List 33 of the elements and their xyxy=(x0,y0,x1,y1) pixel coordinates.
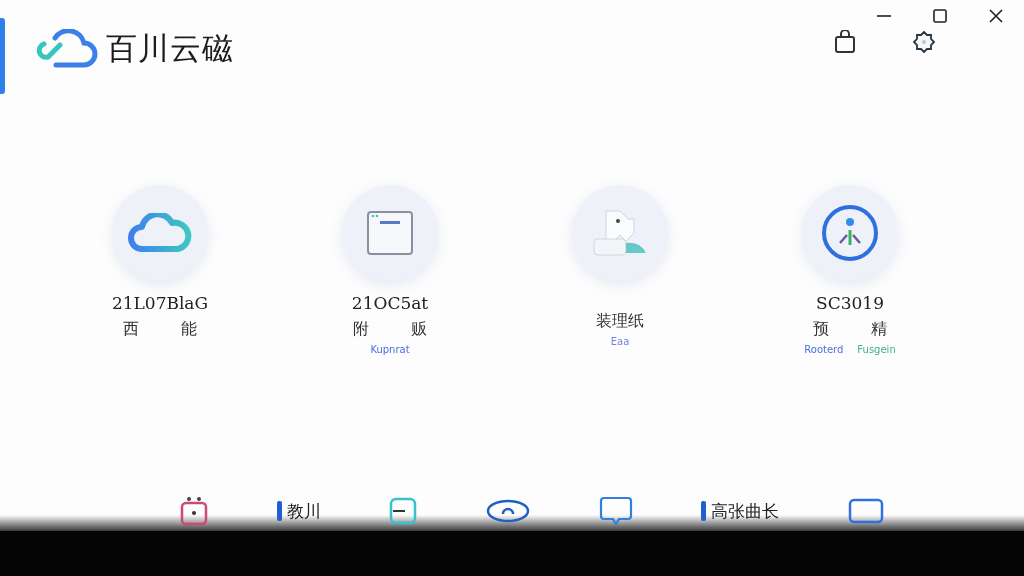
tile-title: 21OC5at xyxy=(351,293,429,313)
rectangle-icon[interactable] xyxy=(847,498,884,524)
square-icon[interactable] xyxy=(389,497,418,525)
chat-bubble-icon[interactable] xyxy=(598,496,633,526)
tile-caption: Fusgein xyxy=(857,344,896,355)
cloud-logo-icon xyxy=(36,29,98,69)
tile-label: 贩 xyxy=(411,319,427,340)
tile-label: 能 xyxy=(181,319,197,340)
shopping-bag-icon[interactable] xyxy=(834,30,856,54)
tile-caption: Rooterd xyxy=(804,344,844,355)
eye-icon[interactable] xyxy=(485,499,530,523)
bar-icon xyxy=(276,501,282,521)
app-window-icon xyxy=(366,210,414,256)
close-icon[interactable] xyxy=(988,8,1004,24)
tile-title: 21L07BlaG xyxy=(111,293,209,313)
tile-caption: Kupnrat xyxy=(370,344,410,355)
stacked-cards-icon xyxy=(592,207,648,259)
dock-item[interactable]: 高张曲长 xyxy=(711,499,780,523)
tile-caption: Eaa xyxy=(610,336,630,347)
cloud-icon xyxy=(128,213,192,253)
tile-label: 预 xyxy=(813,319,829,340)
dock-item[interactable]: 教川 xyxy=(286,499,321,523)
tile-label: 精 xyxy=(871,319,887,340)
tile-label: 西 xyxy=(123,319,139,340)
bar-icon xyxy=(701,501,707,521)
tile-label: 附 xyxy=(353,319,369,340)
tile-title: SC3019 xyxy=(816,293,884,313)
tv-icon[interactable] xyxy=(180,496,208,526)
app-title: 百川云磁 xyxy=(106,29,234,68)
settings-icon[interactable] xyxy=(912,30,936,54)
person-in-circle-icon xyxy=(820,203,880,263)
tile-label: 装理纸 xyxy=(596,311,644,332)
maximize-icon[interactable] xyxy=(932,8,948,24)
